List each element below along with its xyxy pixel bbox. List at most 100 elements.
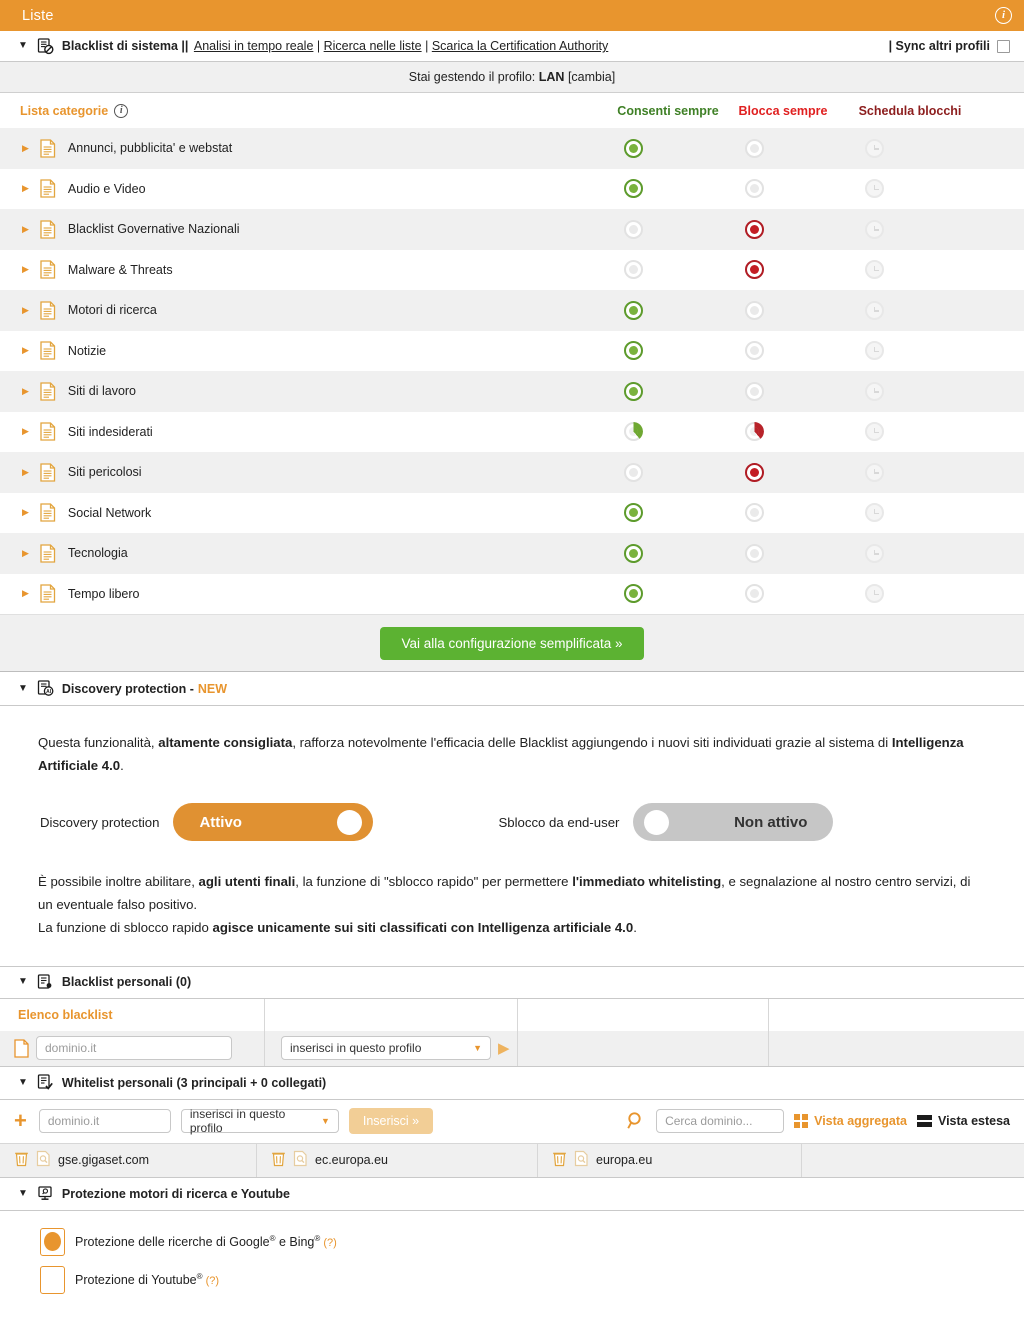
chevron-down-icon[interactable]: ▼ <box>18 41 28 51</box>
blacklist-domain-input[interactable]: dominio.it <box>36 1036 232 1061</box>
cell-blocca-sempre[interactable] <box>743 542 765 564</box>
cell-blocca-sempre[interactable] <box>743 421 765 443</box>
whitelist-domain-input[interactable]: dominio.it <box>38 1109 171 1134</box>
radio-selected[interactable] <box>744 462 764 482</box>
radio-selected[interactable] <box>623 341 643 361</box>
schedule-clock-icon[interactable] <box>864 341 884 361</box>
cell-consenti-sempre[interactable] <box>622 583 644 605</box>
cell-blocca-sempre[interactable] <box>743 178 765 200</box>
schedule-clock-icon[interactable] <box>864 462 884 482</box>
cell-consenti-sempre[interactable] <box>622 340 644 362</box>
cell-consenti-sempre[interactable] <box>622 299 644 321</box>
chevron-down-icon[interactable]: ▼ <box>18 1077 28 1088</box>
cell-schedula-blocchi[interactable] <box>863 259 885 281</box>
expand-category-icon[interactable]: ▶ <box>22 305 29 315</box>
search-icon[interactable] <box>626 1111 646 1131</box>
radio-selected[interactable] <box>744 260 764 280</box>
view-aggregated-button[interactable]: Vista aggregata <box>794 1114 907 1129</box>
radio-partial[interactable] <box>744 422 764 442</box>
radio-unselected[interactable] <box>623 219 643 239</box>
radio-selected[interactable] <box>623 503 643 523</box>
protection-checkbox[interactable] <box>40 1227 65 1256</box>
categories-info-icon[interactable]: i <box>114 103 129 118</box>
expand-category-icon[interactable]: ▶ <box>22 346 29 355</box>
cell-blocca-sempre[interactable] <box>743 259 765 281</box>
cell-schedula-blocchi[interactable] <box>863 299 885 321</box>
view-extended-button[interactable]: Vista estesa <box>916 1114 1010 1128</box>
schedule-clock-icon[interactable] <box>864 381 884 401</box>
chevron-down-icon[interactable]: ▼ <box>18 1188 28 1199</box>
radio-unselected[interactable] <box>744 503 764 523</box>
radio-unselected[interactable] <box>744 584 764 604</box>
blacklist-profile-select[interactable]: inserisci in questo profilo ▼ <box>281 1036 491 1061</box>
inspect-icon[interactable] <box>574 1150 589 1170</box>
inspect-icon[interactable] <box>293 1150 308 1170</box>
inspect-icon[interactable] <box>36 1150 51 1170</box>
cell-consenti-sempre[interactable] <box>622 461 644 483</box>
chevron-down-icon[interactable]: ▼ <box>18 683 28 694</box>
cell-schedula-blocchi[interactable] <box>863 218 885 240</box>
cell-consenti-sempre[interactable] <box>622 178 644 200</box>
radio-unselected[interactable] <box>744 341 764 361</box>
cell-blocca-sempre[interactable] <box>743 299 765 321</box>
sync-profiles-control[interactable]: | Sync altri profili <box>889 39 1010 53</box>
delete-icon[interactable] <box>271 1150 286 1170</box>
radio-selected[interactable] <box>623 381 643 401</box>
radio-unselected[interactable] <box>744 381 764 401</box>
radio-selected[interactable] <box>623 179 643 199</box>
expand-category-icon[interactable]: ▶ <box>22 589 29 598</box>
personal-blacklist-header[interactable]: ▼ Blacklist personali (0) <box>0 965 1024 999</box>
whitelist-search-input[interactable]: Cerca dominio... <box>656 1109 785 1134</box>
cell-schedula-blocchi[interactable] <box>863 583 885 605</box>
radio-selected[interactable] <box>623 138 643 158</box>
blacklist-submit-triangle-icon[interactable]: ▶ <box>498 1041 510 1056</box>
radio-unselected[interactable] <box>623 462 643 482</box>
help-link[interactable]: (?) <box>320 1237 336 1249</box>
system-blacklist-header[interactable]: ▼ Blacklist di sistema || Analisi in tem… <box>0 31 1024 62</box>
cell-blocca-sempre[interactable] <box>743 340 765 362</box>
schedule-clock-icon[interactable] <box>864 219 884 239</box>
schedule-clock-icon[interactable] <box>864 138 884 158</box>
info-circle-icon[interactable]: i <box>995 7 1012 24</box>
expand-category-icon[interactable]: ▶ <box>22 265 29 274</box>
delete-icon[interactable] <box>552 1150 567 1170</box>
cell-consenti-sempre[interactable] <box>622 421 644 443</box>
cell-blocca-sempre[interactable] <box>743 502 765 524</box>
go-simplified-config-button[interactable]: Vai alla configurazione semplificata » <box>380 626 644 660</box>
profile-change-link[interactable]: [cambia] <box>568 70 615 84</box>
cell-schedula-blocchi[interactable] <box>863 502 885 524</box>
search-protection-header[interactable]: ▼ Protezione motori di ricerca e Youtube <box>0 1178 1024 1211</box>
sync-profiles-checkbox[interactable] <box>997 39 1010 53</box>
expand-category-icon[interactable]: ▶ <box>22 427 29 436</box>
radio-partial[interactable] <box>623 422 643 442</box>
radio-unselected[interactable] <box>744 543 764 563</box>
cell-blocca-sempre[interactable] <box>743 137 765 159</box>
cell-schedula-blocchi[interactable] <box>863 380 885 402</box>
schedule-clock-icon[interactable] <box>864 260 884 280</box>
cell-blocca-sempre[interactable] <box>743 583 765 605</box>
cell-schedula-blocchi[interactable] <box>863 178 885 200</box>
whitelist-profile-select[interactable]: inserisci in questo profilo ▼ <box>180 1107 339 1135</box>
personal-whitelist-header[interactable]: ▼ Whitelist personali (3 principali + 0 … <box>0 1067 1024 1100</box>
schedule-clock-icon[interactable] <box>864 584 884 604</box>
cell-consenti-sempre[interactable] <box>622 218 644 240</box>
cell-blocca-sempre[interactable] <box>743 461 765 483</box>
cell-schedula-blocchi[interactable] <box>863 137 885 159</box>
cell-consenti-sempre[interactable] <box>622 542 644 564</box>
radio-selected[interactable] <box>623 543 643 563</box>
enduser-unlock-toggle[interactable]: Non attivo <box>633 803 834 842</box>
help-link[interactable]: (?) <box>203 1275 219 1287</box>
radio-unselected[interactable] <box>744 300 764 320</box>
chevron-down-icon[interactable]: ▼ <box>18 977 28 987</box>
radio-unselected[interactable] <box>623 260 643 280</box>
cell-consenti-sempre[interactable] <box>622 380 644 402</box>
schedule-clock-icon[interactable] <box>864 300 884 320</box>
schedule-clock-icon[interactable] <box>864 543 884 563</box>
radio-selected[interactable] <box>744 219 764 239</box>
cell-consenti-sempre[interactable] <box>622 137 644 159</box>
radio-selected[interactable] <box>623 300 643 320</box>
expand-category-icon[interactable]: ▶ <box>22 224 29 234</box>
schedule-clock-icon[interactable] <box>864 422 884 442</box>
link-analisi-tempo-reale[interactable]: Analisi in tempo reale <box>194 39 314 53</box>
expand-category-icon[interactable]: ▶ <box>22 143 29 153</box>
